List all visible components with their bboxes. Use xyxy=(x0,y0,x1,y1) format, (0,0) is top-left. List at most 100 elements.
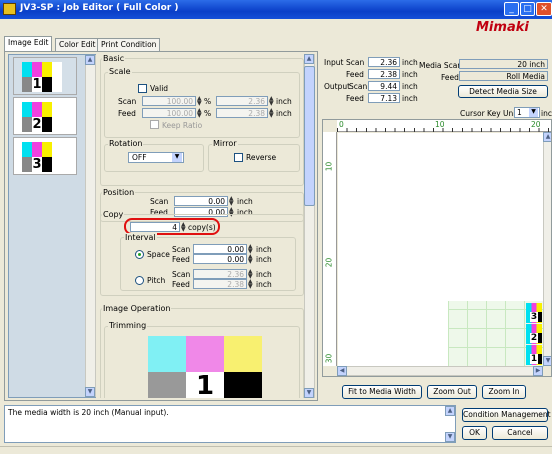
zoom-out-button[interactable]: Zoom Out xyxy=(427,385,477,399)
scroll-left-icon[interactable]: ◀ xyxy=(337,366,347,376)
preview-number: 2 xyxy=(530,333,538,343)
space-radio[interactable] xyxy=(135,250,144,259)
tab-color-edit[interactable]: Color Edit xyxy=(55,38,100,51)
keep-ratio-checkbox[interactable] xyxy=(150,120,159,129)
preview-image-1[interactable]: 1 xyxy=(526,345,542,365)
close-button[interactable]: ✕ xyxy=(536,2,552,16)
ok-button[interactable]: OK xyxy=(462,426,487,440)
thumbnail-item[interactable]: 3 xyxy=(13,137,77,175)
spin-icon[interactable]: ▲ ▼ xyxy=(248,279,254,290)
spin-icon[interactable]: ▲ ▼ xyxy=(197,108,203,119)
zoom-in-button[interactable]: Zoom In xyxy=(482,385,526,399)
cursor-key-unit-label: Cursor Key Unit xyxy=(460,109,519,118)
thumb-number: 1 xyxy=(32,77,42,92)
scale-scan-inch-field[interactable]: 2.36 xyxy=(216,96,268,106)
spin-icon[interactable]: ▲ ▼ xyxy=(269,96,275,107)
ruler-label: 30 xyxy=(324,353,334,364)
thumbnail-scrollbar[interactable] xyxy=(85,55,96,397)
trimming-preview[interactable]: 1 xyxy=(148,336,262,398)
interval-label: Interval xyxy=(124,233,157,242)
inch-label: inch xyxy=(256,255,272,264)
inch-label: inch xyxy=(402,82,418,91)
spin-icon[interactable]: ▲ ▼ xyxy=(181,222,187,233)
spin-icon[interactable]: ▲ ▼ xyxy=(269,108,275,119)
copy-count-field[interactable]: 4 xyxy=(130,222,180,232)
valid-label: Valid xyxy=(150,84,169,93)
inch-label: inch xyxy=(256,270,272,279)
preview-h-scrollbar[interactable] xyxy=(337,366,543,376)
chevron-down-icon: ▼ xyxy=(529,108,538,117)
scroll-down-icon[interactable]: ▼ xyxy=(304,388,314,398)
condition-management-button[interactable]: Condition Management xyxy=(462,408,551,422)
chevron-down-icon: ▼ xyxy=(172,153,182,162)
thumbnail-item[interactable]: 2 xyxy=(13,97,77,135)
inch-label: inch xyxy=(256,280,272,289)
cancel-button[interactable]: Cancel xyxy=(492,426,548,440)
preview-image-2[interactable]: 2 xyxy=(526,324,542,344)
cursor-unit-select[interactable]: 1 ▼ xyxy=(514,107,540,118)
rotation-select[interactable]: OFF ▼ xyxy=(128,152,184,163)
maximize-button[interactable]: □ xyxy=(520,2,535,16)
preview-number: 1 xyxy=(530,354,538,364)
thumbnail-list: 1 2 3 ▲ ▼ xyxy=(8,54,96,398)
pitch-scan-field[interactable]: 2.36 xyxy=(193,269,247,279)
input-feed-label: Feed xyxy=(346,70,364,79)
status-message-box: The media width is 20 inch (Manual input… xyxy=(4,405,456,443)
scale-feed-inch-field[interactable]: 2.38 xyxy=(216,108,268,118)
basic-label: Basic xyxy=(102,54,126,63)
input-scan-value: 2.36 xyxy=(368,57,400,67)
spin-icon[interactable]: ▲ ▼ xyxy=(197,96,203,107)
detect-media-size-button[interactable]: Detect Media Size xyxy=(458,85,548,98)
scale-scan-pct-field[interactable]: 100.00 xyxy=(142,96,196,106)
app-icon xyxy=(3,3,16,15)
pct-label: % xyxy=(204,97,212,106)
tab-image-edit[interactable]: Image Edit xyxy=(4,36,53,52)
space-scan-field[interactable]: 0.00 xyxy=(193,244,247,254)
preview-v-scrollbar[interactable] xyxy=(543,132,551,366)
keep-ratio-label: Keep Ratio xyxy=(162,121,203,130)
scroll-down-icon[interactable]: ▼ xyxy=(85,387,95,397)
scale-feed-pct-field[interactable]: 100.00 xyxy=(142,108,196,118)
pct-label: % xyxy=(204,109,212,118)
scroll-thumb[interactable] xyxy=(304,66,315,206)
spin-icon[interactable]: ▲ ▼ xyxy=(229,196,235,207)
thumbnail-item[interactable]: 1 xyxy=(13,57,77,95)
media-feed-label: Feed xyxy=(441,73,459,82)
copy-unit: copy(s) xyxy=(188,223,216,232)
tab-print-condition[interactable]: Print Condition xyxy=(97,38,161,51)
title-bar: JV3-SP : Job Editor ( Full Color ) _ □ ✕ xyxy=(0,0,552,19)
output-scan-label: Scan xyxy=(349,82,368,91)
inch-label: inch xyxy=(276,109,292,118)
position-scan-field[interactable]: 0.00 xyxy=(174,196,228,206)
mirror-label: Mirror xyxy=(212,139,238,148)
scroll-right-icon[interactable]: ▶ xyxy=(533,366,543,376)
space-feed-field[interactable]: 0.00 xyxy=(193,254,247,264)
spin-icon[interactable]: ▲ ▼ xyxy=(248,254,254,265)
reverse-checkbox[interactable] xyxy=(234,153,243,162)
left-ruler: 10 20 30 xyxy=(323,132,337,366)
media-feed-value: Roll Media xyxy=(459,71,548,81)
status-message: The media width is 20 inch (Manual input… xyxy=(8,408,169,417)
scroll-up-icon[interactable]: ▲ xyxy=(85,55,95,65)
preview-image-3[interactable]: 3 xyxy=(526,303,542,323)
fit-to-media-width-button[interactable]: Fit to Media Width xyxy=(342,385,422,399)
pitch-feed-field[interactable]: 2.38 xyxy=(193,279,247,289)
pitch-scan-label: Scan xyxy=(172,270,191,279)
scroll-up-icon[interactable]: ▲ xyxy=(445,406,455,416)
preview-number: 3 xyxy=(530,312,538,322)
scroll-down-icon[interactable]: ▼ xyxy=(445,432,455,442)
valid-checkbox[interactable] xyxy=(138,84,147,93)
mimaki-logo: Mimaki xyxy=(476,20,529,35)
scroll-down-icon[interactable]: ▼ xyxy=(543,356,551,366)
pitch-radio[interactable] xyxy=(135,276,144,285)
output-label: Output xyxy=(324,82,351,91)
pitch-feed-label: Feed xyxy=(172,280,190,289)
cursor-unit-value: 1 xyxy=(517,108,522,117)
position-scan-label: Scan xyxy=(150,197,169,206)
inch-label: inch xyxy=(402,94,418,103)
scale-label: Scale xyxy=(108,67,132,76)
minimize-button[interactable]: _ xyxy=(504,2,519,16)
media-canvas[interactable]: 3 2 1 xyxy=(338,133,544,367)
scroll-up-icon[interactable]: ▲ xyxy=(304,54,314,64)
scroll-up-icon[interactable]: ▲ xyxy=(543,132,551,142)
